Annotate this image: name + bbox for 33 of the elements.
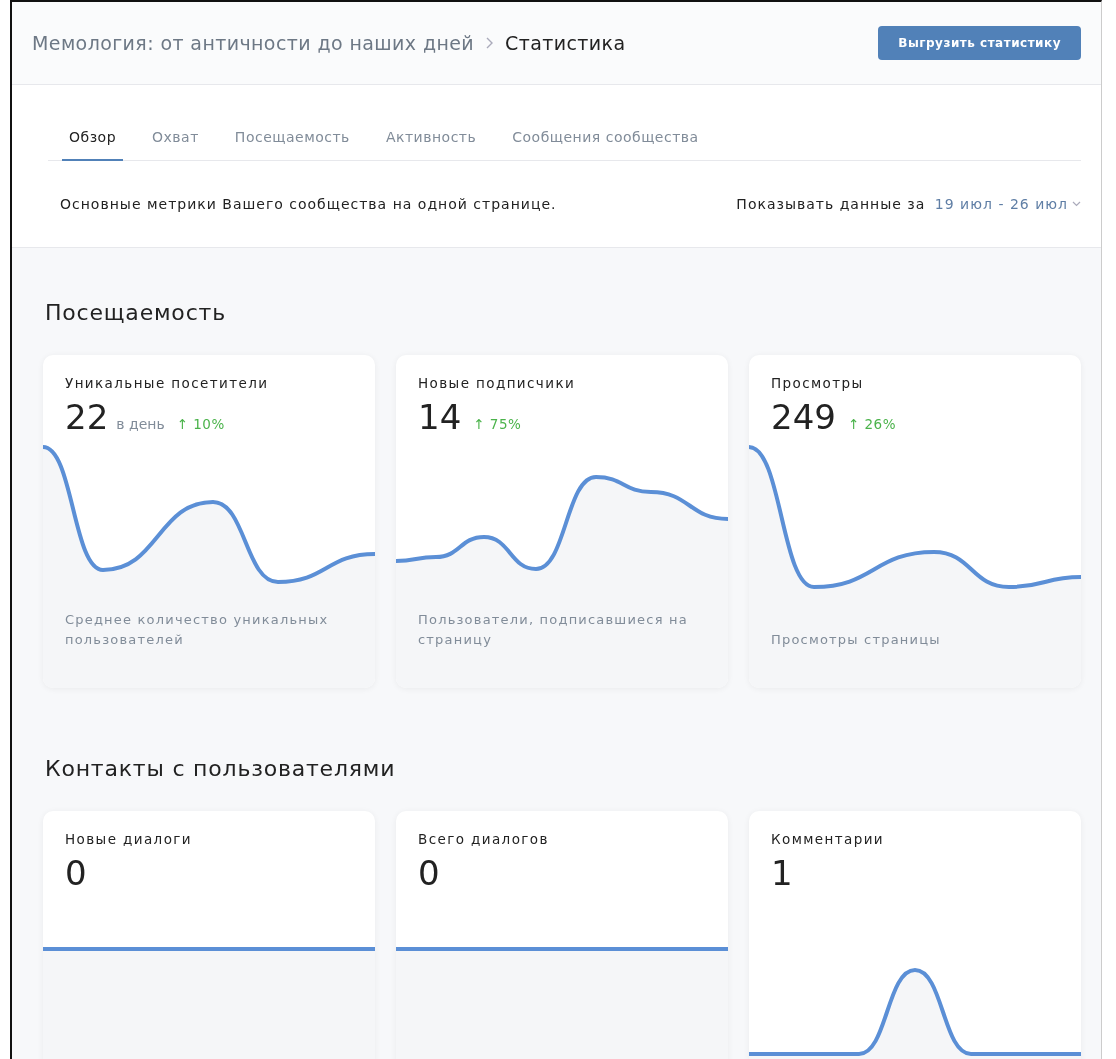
metric-change: ↑ 75% [473, 416, 522, 432]
card-title: Новые диалоги [65, 831, 193, 847]
tab[interactable]: Активность [378, 117, 484, 161]
tab[interactable]: Охват [145, 117, 206, 161]
metric-value: 249 [771, 399, 836, 435]
card-caption: Просмотры страницы [771, 631, 941, 649]
metric-value: 14 [418, 399, 462, 435]
tab[interactable]: Обзор [62, 117, 124, 161]
description-text: Основные метрики Вашего сообщества на одной странице. [60, 196, 557, 212]
tab[interactable]: Сообщения сообщества [505, 117, 706, 161]
tab[interactable]: Посещаемость [227, 117, 357, 161]
metric-value: 0 [65, 855, 87, 891]
metric-value: 1 [771, 855, 793, 891]
card-caption: Пользователи, подписавшиеся на страницу [418, 611, 689, 649]
card-title: Всего диалогов [418, 831, 550, 847]
metric-unit: в день [116, 416, 165, 432]
card-title: Новые подписчики [418, 375, 577, 391]
metric-value: 22 [65, 399, 109, 435]
section-title: Контакты с пользователями [45, 756, 397, 781]
chevron-right-icon [486, 37, 494, 49]
card-caption: Среднее количество уникальных пользователей [65, 611, 330, 649]
chevron-down-icon [1072, 201, 1081, 207]
card-title: Комментарии [771, 831, 885, 847]
card-title: Уникальные посетители [65, 375, 270, 391]
metric-value: 0 [418, 855, 440, 891]
page-title: Статистика [505, 32, 626, 54]
metric-change: ↑ 10% [176, 416, 225, 432]
card-title: Просмотры [771, 375, 865, 391]
period-selector[interactable]: Показывать данные за 19 июл - 26 июл [736, 196, 1081, 212]
export-button[interactable]: Выгрузить статистику [878, 26, 1081, 60]
metric-change: ↑ 26% [847, 416, 896, 432]
breadcrumb-link[interactable]: Мемология: от античности до наших дней [32, 32, 475, 54]
section-title: Посещаемость [45, 300, 227, 325]
